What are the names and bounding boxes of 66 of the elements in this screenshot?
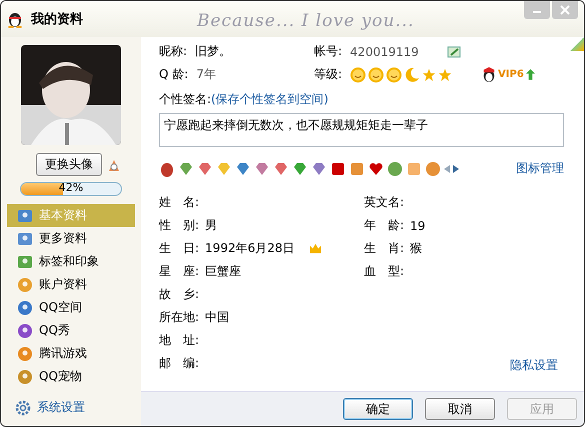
- sidebar-item[interactable]: QQ宠物: [7, 365, 135, 388]
- field-value: 中国: [205, 309, 230, 326]
- gem-icon[interactable]: [235, 160, 251, 176]
- dialog-button[interactable]: 取消: [425, 398, 495, 420]
- close-button[interactable]: [552, 1, 578, 19]
- field-label: 地 址:: [159, 332, 200, 349]
- field-label: 性 别:: [159, 217, 200, 234]
- gem-icon[interactable]: [273, 160, 289, 176]
- nickname-value: 旧梦。: [195, 43, 232, 60]
- field-value: 19: [410, 218, 426, 232]
- heart-icon[interactable]: [368, 160, 384, 176]
- sidebar-item[interactable]: 标签和印象: [7, 250, 135, 273]
- account-label: 帐号:: [314, 43, 342, 60]
- signature-field[interactable]: 宁愿跑起来摔倒无数次，也不愿规规矩矩走一辈子: [159, 113, 564, 147]
- save-signature-link[interactable]: (保存个性签名到空间): [211, 91, 328, 108]
- account-value: 420019119: [350, 44, 419, 58]
- field-value: 巨蟹座: [205, 263, 242, 280]
- gem-icon[interactable]: [216, 160, 232, 176]
- signature-label: 个性签名:: [159, 91, 212, 108]
- edit-icon[interactable]: [446, 46, 461, 58]
- skin-script-text: Because... I love you...: [197, 10, 416, 31]
- gem-icon[interactable]: [197, 160, 213, 176]
- field-label: 英文名:: [364, 194, 404, 211]
- sun-icon: [386, 66, 402, 82]
- field-label: 年 龄:: [364, 217, 404, 234]
- skin-corner-icon[interactable]: [570, 37, 584, 51]
- minimize-button[interactable]: [524, 1, 550, 19]
- sidebar-item[interactable]: 账户资料: [7, 273, 135, 296]
- field-value: 男: [205, 217, 218, 234]
- settings-icon[interactable]: [15, 400, 31, 416]
- dialog-button[interactable]: 确定: [343, 398, 413, 420]
- field-label: 生 肖:: [364, 240, 404, 257]
- field-label: 所在地:: [159, 309, 200, 326]
- field-value: 1992年6月28日: [205, 240, 294, 257]
- field-label: 生 日:: [159, 240, 200, 257]
- vip-level-text: VIP6: [498, 69, 524, 80]
- up-arrow-icon: [526, 69, 535, 80]
- window-title: 我的资料: [31, 11, 83, 28]
- gem-icon[interactable]: [178, 160, 194, 176]
- field-label: 故 乡:: [159, 286, 200, 303]
- sun-icon: [368, 66, 384, 82]
- sidebar-item[interactable]: QQ秀: [7, 319, 135, 342]
- field-label: 姓 名:: [159, 194, 200, 211]
- sun-icon: [350, 66, 366, 82]
- change-avatar-button[interactable]: 更换头像: [36, 153, 102, 176]
- system-settings-link[interactable]: 系统设置: [37, 399, 85, 416]
- diamond-icon[interactable]: [254, 160, 270, 176]
- gem-icon[interactable]: [292, 160, 308, 176]
- level-label: 等级:: [314, 66, 342, 83]
- scroll-left-icon[interactable]: [444, 164, 450, 172]
- sidebar-item[interactable]: QQ空间: [7, 296, 135, 319]
- moon-icon: [404, 66, 420, 82]
- sidebar-item[interactable]: 腾讯游戏: [7, 342, 135, 365]
- q-age-label: Q 龄:: [159, 66, 188, 83]
- sidebar-item[interactable]: 更多资料: [7, 227, 135, 250]
- field-label: 星 座:: [159, 263, 200, 280]
- field-label: 血 型:: [364, 263, 404, 280]
- privacy-settings-link[interactable]: 隐私设置: [510, 357, 558, 374]
- field-label: 邮 编:: [159, 355, 200, 372]
- q-age-value: 7年: [196, 66, 216, 83]
- close-icon: [560, 5, 570, 15]
- icon-manage-link[interactable]: 图标管理: [516, 160, 564, 177]
- gem-icon[interactable]: [311, 160, 327, 176]
- nickname-label: 昵称:: [159, 43, 188, 60]
- field-value: 猴: [410, 240, 422, 257]
- scroll-right-icon[interactable]: [453, 164, 459, 172]
